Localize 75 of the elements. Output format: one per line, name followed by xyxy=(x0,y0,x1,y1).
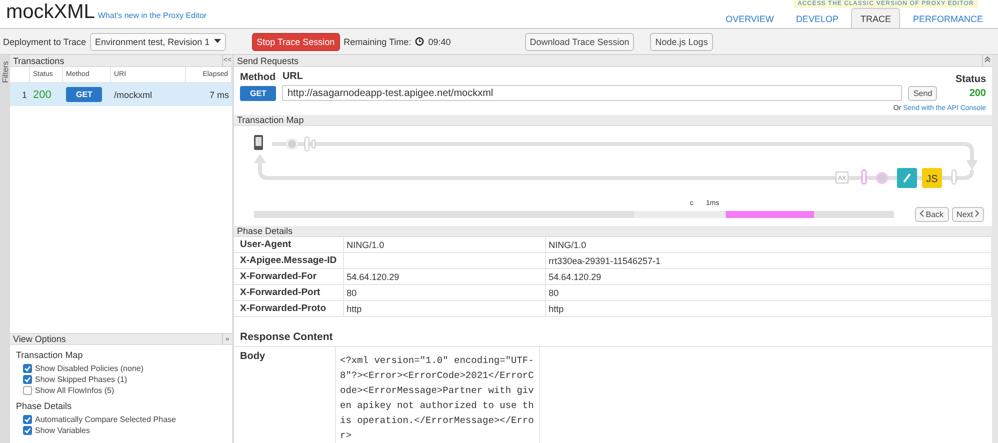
row-number[interactable]: 1 xyxy=(10,83,30,106)
option-group-title: Transaction Map xyxy=(15,349,84,362)
checkbox[interactable] xyxy=(23,386,32,395)
collapse-button[interactable] xyxy=(982,54,992,66)
panel-title: Transactions xyxy=(13,56,64,66)
nav-tab[interactable]: TRACE xyxy=(851,8,900,28)
panel-title: Transaction Map xyxy=(237,115,304,125)
elapsed-cell[interactable]: 7 ms xyxy=(186,83,232,106)
mobile-device-icon xyxy=(254,135,263,150)
status-code: 200 xyxy=(969,88,986,101)
method-button[interactable]: GET xyxy=(240,86,276,101)
remaining-time: 09:40 xyxy=(428,36,451,46)
url-field[interactable]: http://asagarnodeapp-test.apigee.net/mockxml xyxy=(282,85,902,101)
checkbox-label[interactable]: Show Skipped Phases (1) xyxy=(35,375,128,384)
section-title: Response Content xyxy=(234,317,992,347)
header-name: User-Agent xyxy=(234,237,344,252)
header-name: X-Apigee.Message-ID xyxy=(234,252,344,268)
panel-title: Phase Details xyxy=(237,226,293,236)
header-name: X-Forwarded-Port xyxy=(234,284,344,300)
send-button[interactable]: Send xyxy=(908,86,938,101)
nodejs-logs-button[interactable]: Node.js Logs xyxy=(650,32,713,50)
body-label: Body xyxy=(234,347,336,443)
url-label: URL xyxy=(282,71,304,82)
table-cell: rrt330ea-29391-11546257-1 xyxy=(545,252,992,268)
table-cell: NING/1.0 xyxy=(545,237,992,252)
remaining-time-label: Remaining Time: xyxy=(344,36,412,46)
table-cell: 80 xyxy=(343,284,546,300)
header-name: X-Forwarded-Proto xyxy=(234,300,344,316)
table-cell: NING/1.0 xyxy=(343,237,546,252)
nav-tab[interactable]: DEVELOP xyxy=(786,8,848,28)
checkbox[interactable] xyxy=(23,426,32,435)
checkbox-label[interactable]: Show All FlowInfos (5) xyxy=(35,386,114,395)
deployment-dropdown[interactable]: Environment test, Revision 1 xyxy=(90,32,226,50)
step-dot-icon[interactable] xyxy=(876,172,888,184)
stop-trace-button[interactable]: Stop Trace Session xyxy=(252,32,340,50)
step-marker-icon[interactable] xyxy=(952,170,956,184)
clock-icon xyxy=(415,37,424,46)
step-marker-icon xyxy=(304,136,310,152)
table-cell: http xyxy=(545,300,992,316)
option-group-title: Phase Details xyxy=(15,400,73,413)
table-cell: 54.64.120.29 xyxy=(545,268,992,284)
table-cell: 54.64.120.29 xyxy=(343,268,546,284)
page-title: mockXML xyxy=(6,1,95,24)
chevron-left-icon[interactable] xyxy=(920,210,924,217)
whats-new-link[interactable]: What's new in the Proxy Editor xyxy=(98,11,207,20)
table-cell: 80 xyxy=(545,284,992,300)
checkbox[interactable] xyxy=(23,364,32,373)
filters-tab[interactable]: Filters xyxy=(0,61,10,83)
status-label: Status xyxy=(955,74,986,85)
checkbox[interactable] xyxy=(23,415,32,424)
checkbox-label[interactable]: Show Disabled Policies (none) xyxy=(35,364,144,373)
checkbox[interactable] xyxy=(23,375,32,384)
download-trace-button[interactable]: Download Trace Session xyxy=(524,32,634,50)
panel-title: Send Requests xyxy=(237,56,299,66)
step-marker-icon xyxy=(312,140,316,148)
panel-title: View Options xyxy=(13,334,66,344)
deployment-label: Deployment to Trace xyxy=(3,36,86,46)
checkbox-label[interactable]: Show Variables xyxy=(35,426,90,435)
table-cell: http xyxy=(343,300,546,316)
method-badge[interactable]: GET xyxy=(66,87,102,102)
response-body: <?xml version="1.0" encoding="UTF-8"?><Error><ErrorCode>2021</ErrorCode><ErrorMessage>Partner with given apikey not authorized to use this operation.</ErrorMessage></Error> xyxy=(336,347,540,443)
next-button[interactable]: Next xyxy=(952,207,984,222)
header-name: X-Forwarded-For xyxy=(234,268,344,284)
caret-icon[interactable] xyxy=(214,39,221,44)
chevron-right-icon[interactable] xyxy=(975,210,979,217)
uri-cell[interactable]: /mockxml xyxy=(111,83,186,106)
method-label: Method xyxy=(240,72,276,83)
nav-tab[interactable]: PERFORMANCE xyxy=(904,8,992,28)
javascript-policy-icon[interactable]: JS xyxy=(922,168,942,188)
nav-tab[interactable]: OVERVIEW xyxy=(716,8,783,28)
step-dot-icon xyxy=(286,138,298,150)
checkbox-label[interactable]: Automatically Compare Selected Phase xyxy=(35,415,176,424)
pencil-policy-icon[interactable] xyxy=(897,168,917,188)
skipped-step-icon[interactable] xyxy=(862,170,866,184)
back-button[interactable]: Back xyxy=(914,207,949,222)
